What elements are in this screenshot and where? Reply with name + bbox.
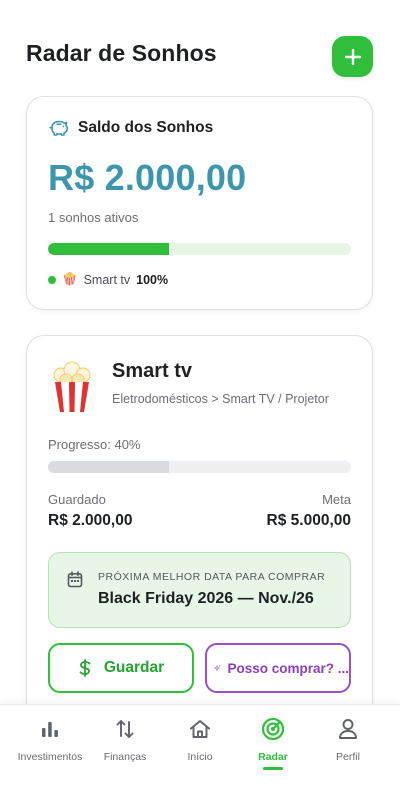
add-dream-button[interactable] bbox=[332, 36, 373, 77]
balance-progress-bar bbox=[48, 243, 351, 255]
balance-title: Saldo dos Sonhos bbox=[78, 119, 214, 136]
balance-header: Saldo dos Sonhos bbox=[49, 119, 213, 137]
goal-value: R$ 5.000,00 bbox=[266, 512, 351, 529]
nav-label: Finanças bbox=[103, 751, 147, 763]
dream-card[interactable]: Smart tv Eletrodomésticos > Smart TV / P… bbox=[26, 335, 373, 745]
save-button[interactable]: Guardar bbox=[48, 643, 194, 693]
balance-value: R$ 2.000,00 bbox=[48, 157, 247, 198]
best-date-value: Black Friday 2026 — Nov./26 bbox=[98, 590, 314, 607]
nav-label: Investimentos bbox=[17, 751, 83, 763]
progress-label: Progresso: 40% bbox=[48, 437, 141, 452]
radar-icon bbox=[261, 717, 285, 741]
nav-label: Radar bbox=[258, 751, 288, 763]
piggy-bank-icon bbox=[49, 120, 69, 136]
can-i-buy-button[interactable]: Posso comprar? ... bbox=[205, 643, 351, 693]
legend-percent: 100% bbox=[136, 272, 169, 287]
best-purchase-date-box: PRÓXIMA MELHOR DATA PARA COMPRAR Black F… bbox=[48, 552, 351, 628]
plus-icon bbox=[344, 48, 361, 65]
dream-progress-fill bbox=[48, 461, 170, 473]
home-icon bbox=[190, 720, 210, 738]
sparkles-icon bbox=[214, 664, 221, 671]
legend-name: Smart tv bbox=[83, 272, 131, 287]
dollar-icon bbox=[79, 659, 91, 677]
nav-item-radar[interactable]: Radar bbox=[233, 717, 313, 770]
can-i-buy-label: Posso comprar? ... bbox=[227, 660, 349, 676]
legend-dot bbox=[48, 275, 56, 284]
save-button-label: Guardar bbox=[103, 659, 165, 676]
saved-value: R$ 2.000,00 bbox=[48, 512, 133, 529]
bar-chart-icon bbox=[42, 722, 58, 737]
best-date-label: PRÓXIMA MELHOR DATA PARA COMPRAR bbox=[98, 571, 326, 583]
page-title: Radar de Sonhos bbox=[26, 40, 217, 66]
nav-item-inicio[interactable]: Início bbox=[160, 717, 240, 763]
user-icon bbox=[339, 719, 357, 739]
nav-item-investimentos[interactable]: Investimentos bbox=[10, 717, 90, 763]
nav-label: Perfil bbox=[336, 751, 360, 763]
dream-legend: 🍿 Smart tv 100% bbox=[48, 272, 168, 287]
goal-label: Meta bbox=[322, 492, 351, 507]
legend-emoji: 🍿 bbox=[62, 272, 78, 286]
dream-category: Eletrodomésticos > Smart TV / Projetor bbox=[112, 392, 329, 406]
balance-card: Saldo dos Sonhos R$ 2.000,00 1 sonhos at… bbox=[26, 96, 373, 310]
balance-progress-fill bbox=[48, 243, 170, 255]
active-dreams-count: 1 sonhos ativos bbox=[48, 210, 139, 225]
dream-name: Smart tv bbox=[112, 360, 193, 382]
calendar-icon bbox=[67, 571, 83, 588]
saved-label: Guardado bbox=[48, 492, 106, 507]
bottom-navigation: Investimentos Finanças Início Radar Perf… bbox=[0, 704, 400, 800]
arrows-up-down-icon bbox=[116, 720, 134, 738]
nav-label: Início bbox=[187, 751, 213, 763]
nav-item-perfil[interactable]: Perfil bbox=[308, 717, 388, 763]
dream-progress-bar bbox=[48, 461, 351, 473]
page-header: Radar de Sonhos bbox=[0, 0, 400, 96]
popcorn-icon bbox=[53, 361, 91, 412]
nav-item-financas[interactable]: Finanças bbox=[85, 717, 165, 763]
active-tab-indicator bbox=[263, 767, 283, 770]
